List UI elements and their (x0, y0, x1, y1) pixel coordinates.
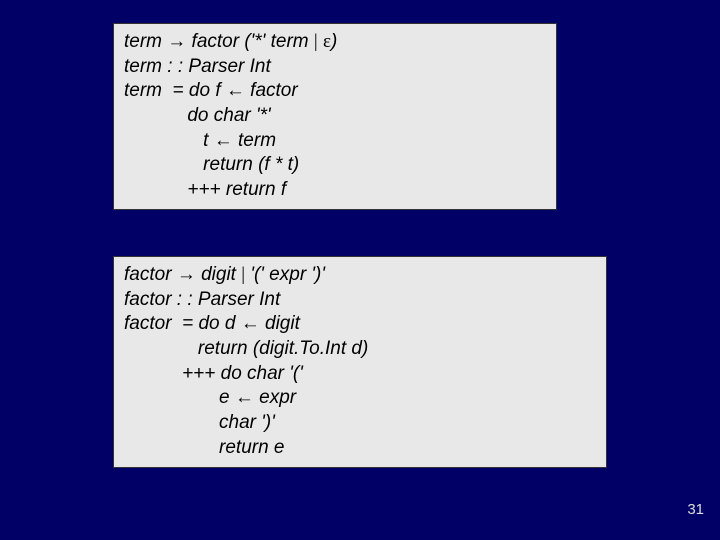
factor-line2: factor : : Parser Int (124, 289, 280, 310)
term-line1-d: ) (331, 31, 337, 52)
factor-line5: +++ do char '(' (124, 363, 303, 384)
left-arrow-icon: ← (235, 387, 254, 408)
factor-line6-b: expr (254, 387, 296, 408)
arrow-icon: → (177, 264, 196, 285)
factor-line1-c: '(' expr ')' (245, 264, 325, 285)
term-line3-a: term = do f (124, 80, 226, 101)
term-line1-a: term (124, 31, 167, 52)
page-number: 31 (687, 501, 704, 518)
term-line3-b: factor (245, 80, 298, 101)
factor-line6-a: e (124, 387, 235, 408)
factor-line8: return e (124, 437, 285, 458)
term-line7: +++ return f (124, 179, 286, 200)
term-line4: do char '*' (124, 105, 271, 126)
code-box-term: term → factor ('*' term | ε) term : : Pa… (113, 23, 557, 210)
factor-line3-a: factor = do d (124, 313, 241, 334)
factor-line1-b: digit (196, 264, 241, 285)
term-line2: term : : Parser Int (124, 56, 271, 77)
factor-line7: char ')' (124, 412, 275, 433)
term-line5-b: term (233, 130, 276, 151)
factor-line3-b: digit (260, 313, 300, 334)
arrow-icon: → (167, 31, 186, 52)
left-arrow-icon: ← (226, 80, 245, 101)
term-line1-b: factor ('*' term (186, 31, 314, 52)
epsilon-icon: ε (323, 31, 331, 52)
factor-line1-a: factor (124, 264, 177, 285)
factor-line4: return (digit.To.Int d) (124, 338, 368, 359)
term-line6: return (f * t) (124, 154, 299, 175)
left-arrow-icon: ← (214, 130, 233, 151)
left-arrow-icon: ← (241, 313, 260, 334)
code-box-factor: factor → digit | '(' expr ')' factor : :… (113, 256, 607, 468)
term-line5-a: t (124, 130, 214, 151)
